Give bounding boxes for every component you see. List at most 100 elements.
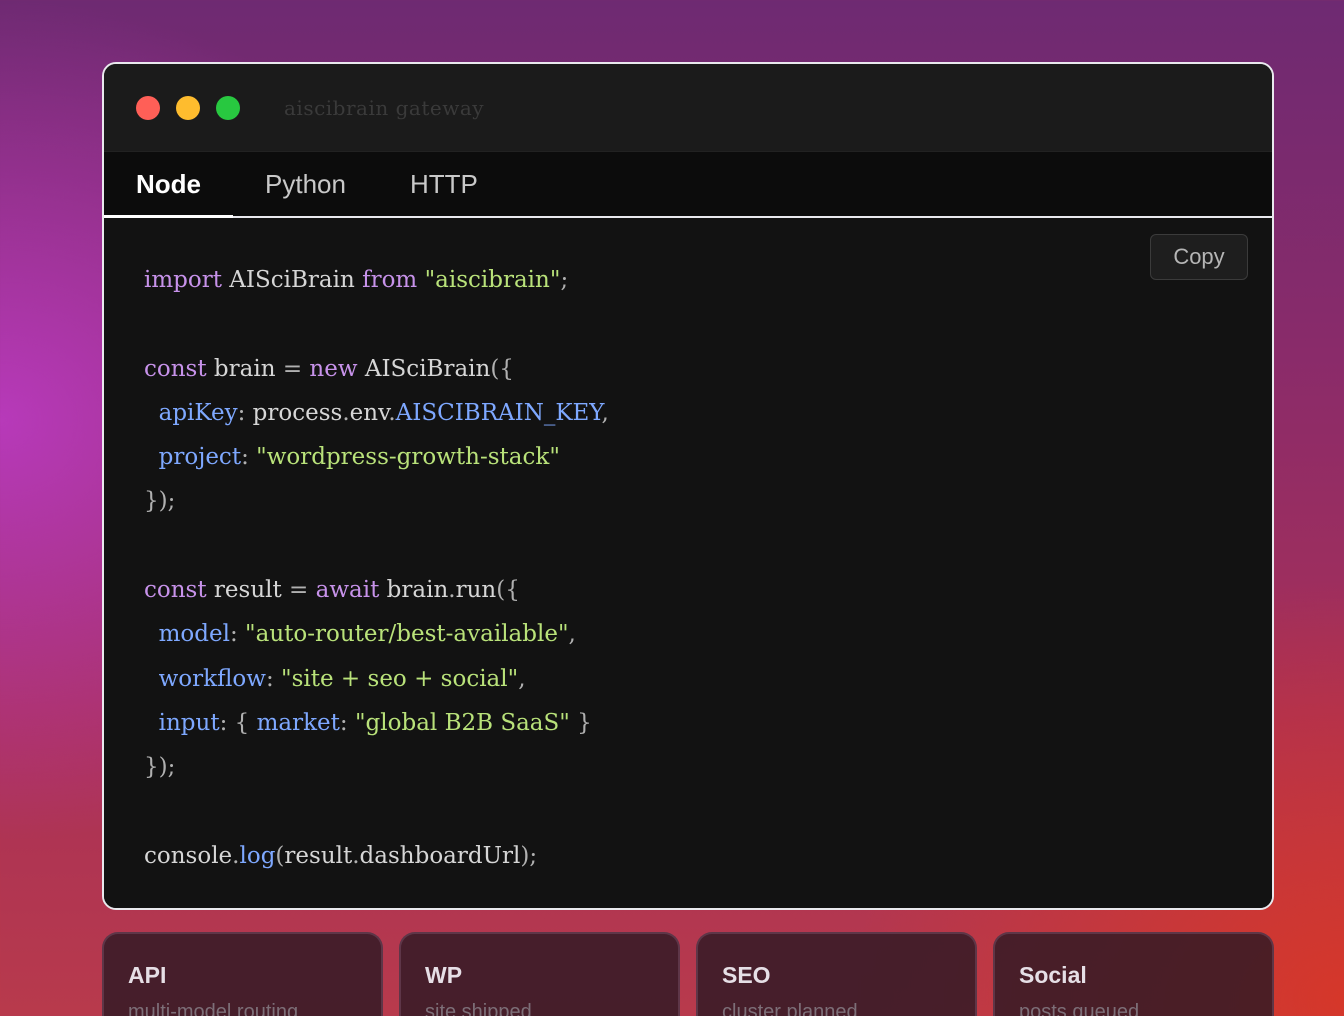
card-title: Social	[1019, 962, 1087, 988]
card-title: WP	[425, 962, 463, 988]
code-token: :	[339, 709, 348, 736]
code-token: await	[315, 577, 380, 604]
code-token: .	[352, 842, 360, 869]
code-token: apiKey	[158, 399, 238, 426]
code-token: console	[144, 842, 233, 869]
card-api[interactable]: API multi-model routing	[102, 932, 383, 1016]
code-token: input	[158, 709, 220, 736]
code-token: brain	[379, 577, 449, 604]
code-line: const result = await brain.run({	[144, 568, 609, 612]
code-token: "site + seo + social"	[281, 665, 519, 692]
code-token: project	[158, 444, 242, 471]
card-social[interactable]: Social posts queued	[993, 932, 1274, 1016]
language-tabs: Node Python HTTP	[104, 152, 1272, 218]
code-line: import AISciBrain from "aiscibrain";	[144, 258, 609, 302]
tab-http[interactable]: HTTP	[378, 152, 510, 216]
code-token: =	[289, 577, 309, 604]
maximize-dot-icon[interactable]	[216, 95, 240, 120]
card-title: SEO	[722, 962, 771, 988]
code-line: });	[144, 745, 609, 789]
title-bar: aiscibrain gateway	[104, 64, 1272, 152]
card-subtitle: posts queued	[1019, 1001, 1140, 1016]
code-token: AISciBrain	[357, 355, 491, 382]
code-token: :	[241, 444, 249, 471]
code-block[interactable]: import AISciBrain from "aiscibrain"; con…	[144, 258, 609, 878]
code-token: model	[158, 621, 230, 648]
code-window: aiscibrain gateway Node Python HTTP Copy…	[102, 62, 1274, 910]
code-token: new	[309, 355, 358, 382]
code-line: apiKey: process.env.AISCIBRAIN_KEY,	[144, 391, 609, 435]
code-token: :	[229, 621, 238, 648]
close-dot-icon[interactable]	[136, 95, 160, 120]
card-subtitle: multi-model routing	[128, 1001, 299, 1016]
tab-node[interactable]: Node	[104, 152, 233, 218]
code-token: process	[245, 399, 343, 426]
code-token: ({	[496, 577, 520, 604]
code-token: ({	[490, 355, 514, 382]
code-line: project: "wordpress-growth-stack"	[144, 435, 609, 479]
code-token: import	[144, 267, 222, 293]
code-token: "auto-router/best-available"	[245, 621, 569, 648]
code-token: workflow	[158, 665, 266, 692]
code-line: model: "auto-router/best-available",	[144, 612, 609, 656]
feature-cards: API multi-model routing WP site shipped …	[102, 932, 1274, 1016]
code-line: const brain = new AISciBrain({	[144, 347, 609, 391]
code-token: const	[144, 577, 207, 604]
code-token: AISciBrain	[221, 267, 363, 293]
card-seo[interactable]: SEO cluster planned	[696, 932, 977, 1016]
code-token: log	[239, 842, 276, 869]
code-line: input: { market: "global B2B SaaS" }	[144, 701, 609, 745]
code-token: }	[577, 709, 592, 736]
window-title: aiscibrain gateway	[284, 95, 485, 120]
code-token: result	[206, 577, 290, 604]
code-token: :	[265, 665, 274, 692]
code-token: "aiscibrain"	[424, 267, 561, 293]
code-token: "global B2B SaaS"	[354, 709, 570, 736]
code-token: env	[349, 399, 389, 426]
code-token: from	[362, 267, 418, 293]
code-token: "wordpress-growth-stack"	[256, 444, 560, 471]
code-line: workflow: "site + seo + social",	[144, 657, 609, 701]
code-area: Copy import AISciBrain from "aiscibrain"…	[104, 218, 1272, 908]
code-token: =	[282, 355, 303, 382]
card-title: API	[128, 962, 167, 988]
copy-button[interactable]: Copy	[1150, 234, 1248, 280]
code-token: .	[342, 399, 350, 426]
code-token: run	[455, 577, 497, 604]
code-token: ,	[601, 399, 609, 426]
minimize-dot-icon[interactable]	[176, 95, 200, 120]
tab-python[interactable]: Python	[233, 152, 378, 216]
card-wp[interactable]: WP site shipped	[399, 932, 680, 1016]
code-token: ,	[518, 665, 526, 692]
code-token: dashboardUrl	[359, 842, 521, 869]
code-token: ;	[560, 267, 569, 293]
code-token: {	[234, 709, 250, 736]
code-token: brain	[206, 355, 283, 382]
code-token: ,	[568, 621, 576, 648]
code-token: .	[388, 399, 396, 426]
code-line: console.log(result.dashboardUrl);	[144, 834, 609, 878]
code-token: result	[284, 842, 353, 869]
code-line: });	[144, 479, 609, 523]
code-token: });	[144, 488, 176, 515]
code-token: });	[144, 754, 176, 781]
code-token: AISCIBRAIN_KEY	[395, 399, 602, 426]
code-token: const	[144, 355, 207, 382]
card-subtitle: site shipped	[425, 1001, 532, 1016]
card-subtitle: cluster planned	[722, 1001, 858, 1016]
